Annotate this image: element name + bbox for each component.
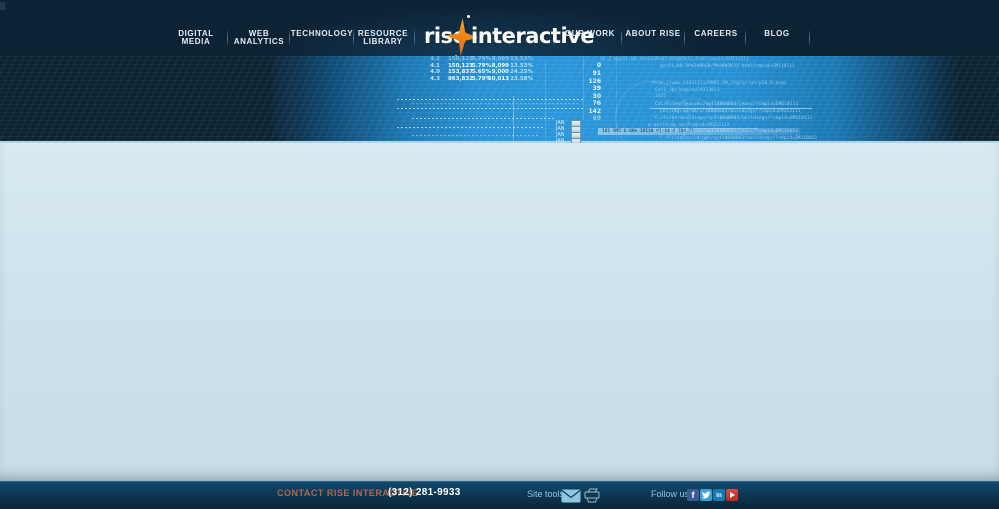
linkedin-icon[interactable]: in bbox=[713, 489, 725, 501]
footer-bar bbox=[0, 481, 999, 509]
follow-us-label: Follow us bbox=[651, 489, 690, 499]
nav-label: LIBRARY bbox=[363, 36, 403, 46]
grid-line bbox=[412, 135, 540, 136]
hero-code-line: gs/11.08.3P%2bURG0/PKAQW5K3I.html?cmpid=… bbox=[660, 64, 795, 69]
nav-label: ANALYTICS bbox=[233, 36, 285, 46]
hero-code-line: 14.2 mgp11.08.34%2bURG05/KAQW5K3I.html?c… bbox=[600, 56, 749, 62]
email-icon[interactable] bbox=[561, 489, 581, 508]
hero-table-cell: 13.53% bbox=[510, 62, 533, 69]
hero-metric: 126 bbox=[588, 77, 601, 85]
nav-label: CAREERS bbox=[694, 29, 738, 38]
hero-code-line: Col/Files/jkasckc/vpt10000002/jkasc/?cmp… bbox=[655, 129, 799, 134]
nav-label: BLOG bbox=[764, 29, 790, 38]
nav-divider bbox=[621, 29, 622, 47]
nav-divider bbox=[809, 29, 810, 47]
nav-item-web-analytics[interactable]: WEB ANALYTICS bbox=[233, 30, 285, 46]
hero-table-cell: 24.25% bbox=[510, 69, 533, 75]
hero-code-line: Col/Files/jkasckc/vpt10000003/jkasc/?cmp… bbox=[655, 102, 799, 107]
nav-label: TECHNOLOGY bbox=[290, 29, 354, 38]
grid-line bbox=[412, 103, 580, 104]
hero-code-line: C:/Files/buildings/vpt10000003/buildings… bbox=[660, 135, 818, 141]
nav-item-digital-media[interactable]: DIGITAL MEDIA bbox=[178, 30, 214, 46]
nav-label: MEDIA bbox=[181, 36, 211, 46]
hero-code-line: m_building_vp/?cmpid=EM113111 bbox=[648, 122, 730, 128]
hero-metric: 69 bbox=[592, 115, 601, 122]
phone-number: (312) 281-9933 bbox=[388, 487, 461, 498]
nav-item-about-rise[interactable]: ABOUT RISE bbox=[625, 30, 680, 38]
header-hero-section: DIGITAL MEDIA WEB ANALYTICS TECHNOLOGY R… bbox=[0, 0, 999, 155]
nav-divider bbox=[745, 29, 746, 47]
hero-metric: 142 bbox=[588, 107, 601, 115]
hero-metric: 0 bbox=[596, 62, 601, 69]
youtube-icon[interactable] bbox=[726, 489, 738, 501]
site-tools-label: Site tools bbox=[527, 489, 565, 499]
hero-code-line: 1011 bbox=[655, 94, 667, 99]
facebook-icon[interactable]: f bbox=[687, 489, 699, 501]
hero-table-cell: 13.53% bbox=[510, 56, 533, 62]
grid-line bbox=[583, 56, 584, 120]
twitter-icon[interactable] bbox=[700, 489, 712, 501]
printer-icon[interactable] bbox=[583, 488, 602, 508]
grid-line bbox=[513, 96, 514, 141]
main-content-area bbox=[0, 143, 999, 481]
nav-divider bbox=[684, 29, 685, 47]
grid-line bbox=[545, 62, 546, 141]
nav-divider bbox=[289, 29, 290, 47]
hero-code-line: Col1_vp/?cmpid=EM113011 bbox=[655, 87, 720, 93]
nav-item-blog[interactable]: BLOG bbox=[764, 30, 790, 38]
nav-item-resource-library[interactable]: RESOURCE LIBRARY bbox=[358, 30, 408, 46]
star-dot-icon bbox=[467, 15, 470, 18]
grid-line bbox=[397, 99, 584, 100]
hero-code-line: http://www.14431111/MM43.5M_/tg/vr/worp1… bbox=[652, 81, 787, 86]
nav-divider bbox=[414, 29, 415, 47]
nav-label: OUR WORK bbox=[564, 29, 616, 38]
grid-line bbox=[397, 107, 584, 109]
hero-code-line: Col/img/uw/mm/vr10000003/buildings/?cmpi… bbox=[660, 109, 801, 114]
hero-banner-image: 4.2 150,123 5.79% 8,099 13.53% 4.1 150,1… bbox=[0, 56, 999, 155]
rise-interactive-homepage: DIGITAL MEDIA WEB ANALYTICS TECHNOLOGY R… bbox=[0, 0, 999, 509]
corner-artifact bbox=[0, 2, 5, 10]
play-glyph bbox=[730, 492, 735, 498]
hero-metric: 39 bbox=[592, 85, 601, 92]
nav-label: ABOUT RISE bbox=[625, 29, 681, 38]
hero-code-line: C:/Files/buildings/vpt10000003/buildings… bbox=[655, 116, 813, 121]
grid-line bbox=[412, 117, 555, 119]
grid-line bbox=[397, 126, 545, 128]
hero-table-cell: 23.58% bbox=[510, 75, 533, 82]
nav-item-technology[interactable]: TECHNOLOGY bbox=[291, 30, 353, 38]
nav-divider bbox=[227, 29, 228, 47]
nav-item-careers[interactable]: CAREERS bbox=[694, 30, 737, 38]
hero-metric: 91 bbox=[592, 70, 601, 77]
nav-item-our-work[interactable]: OUR WORK bbox=[565, 30, 615, 38]
nav-divider bbox=[353, 29, 354, 47]
